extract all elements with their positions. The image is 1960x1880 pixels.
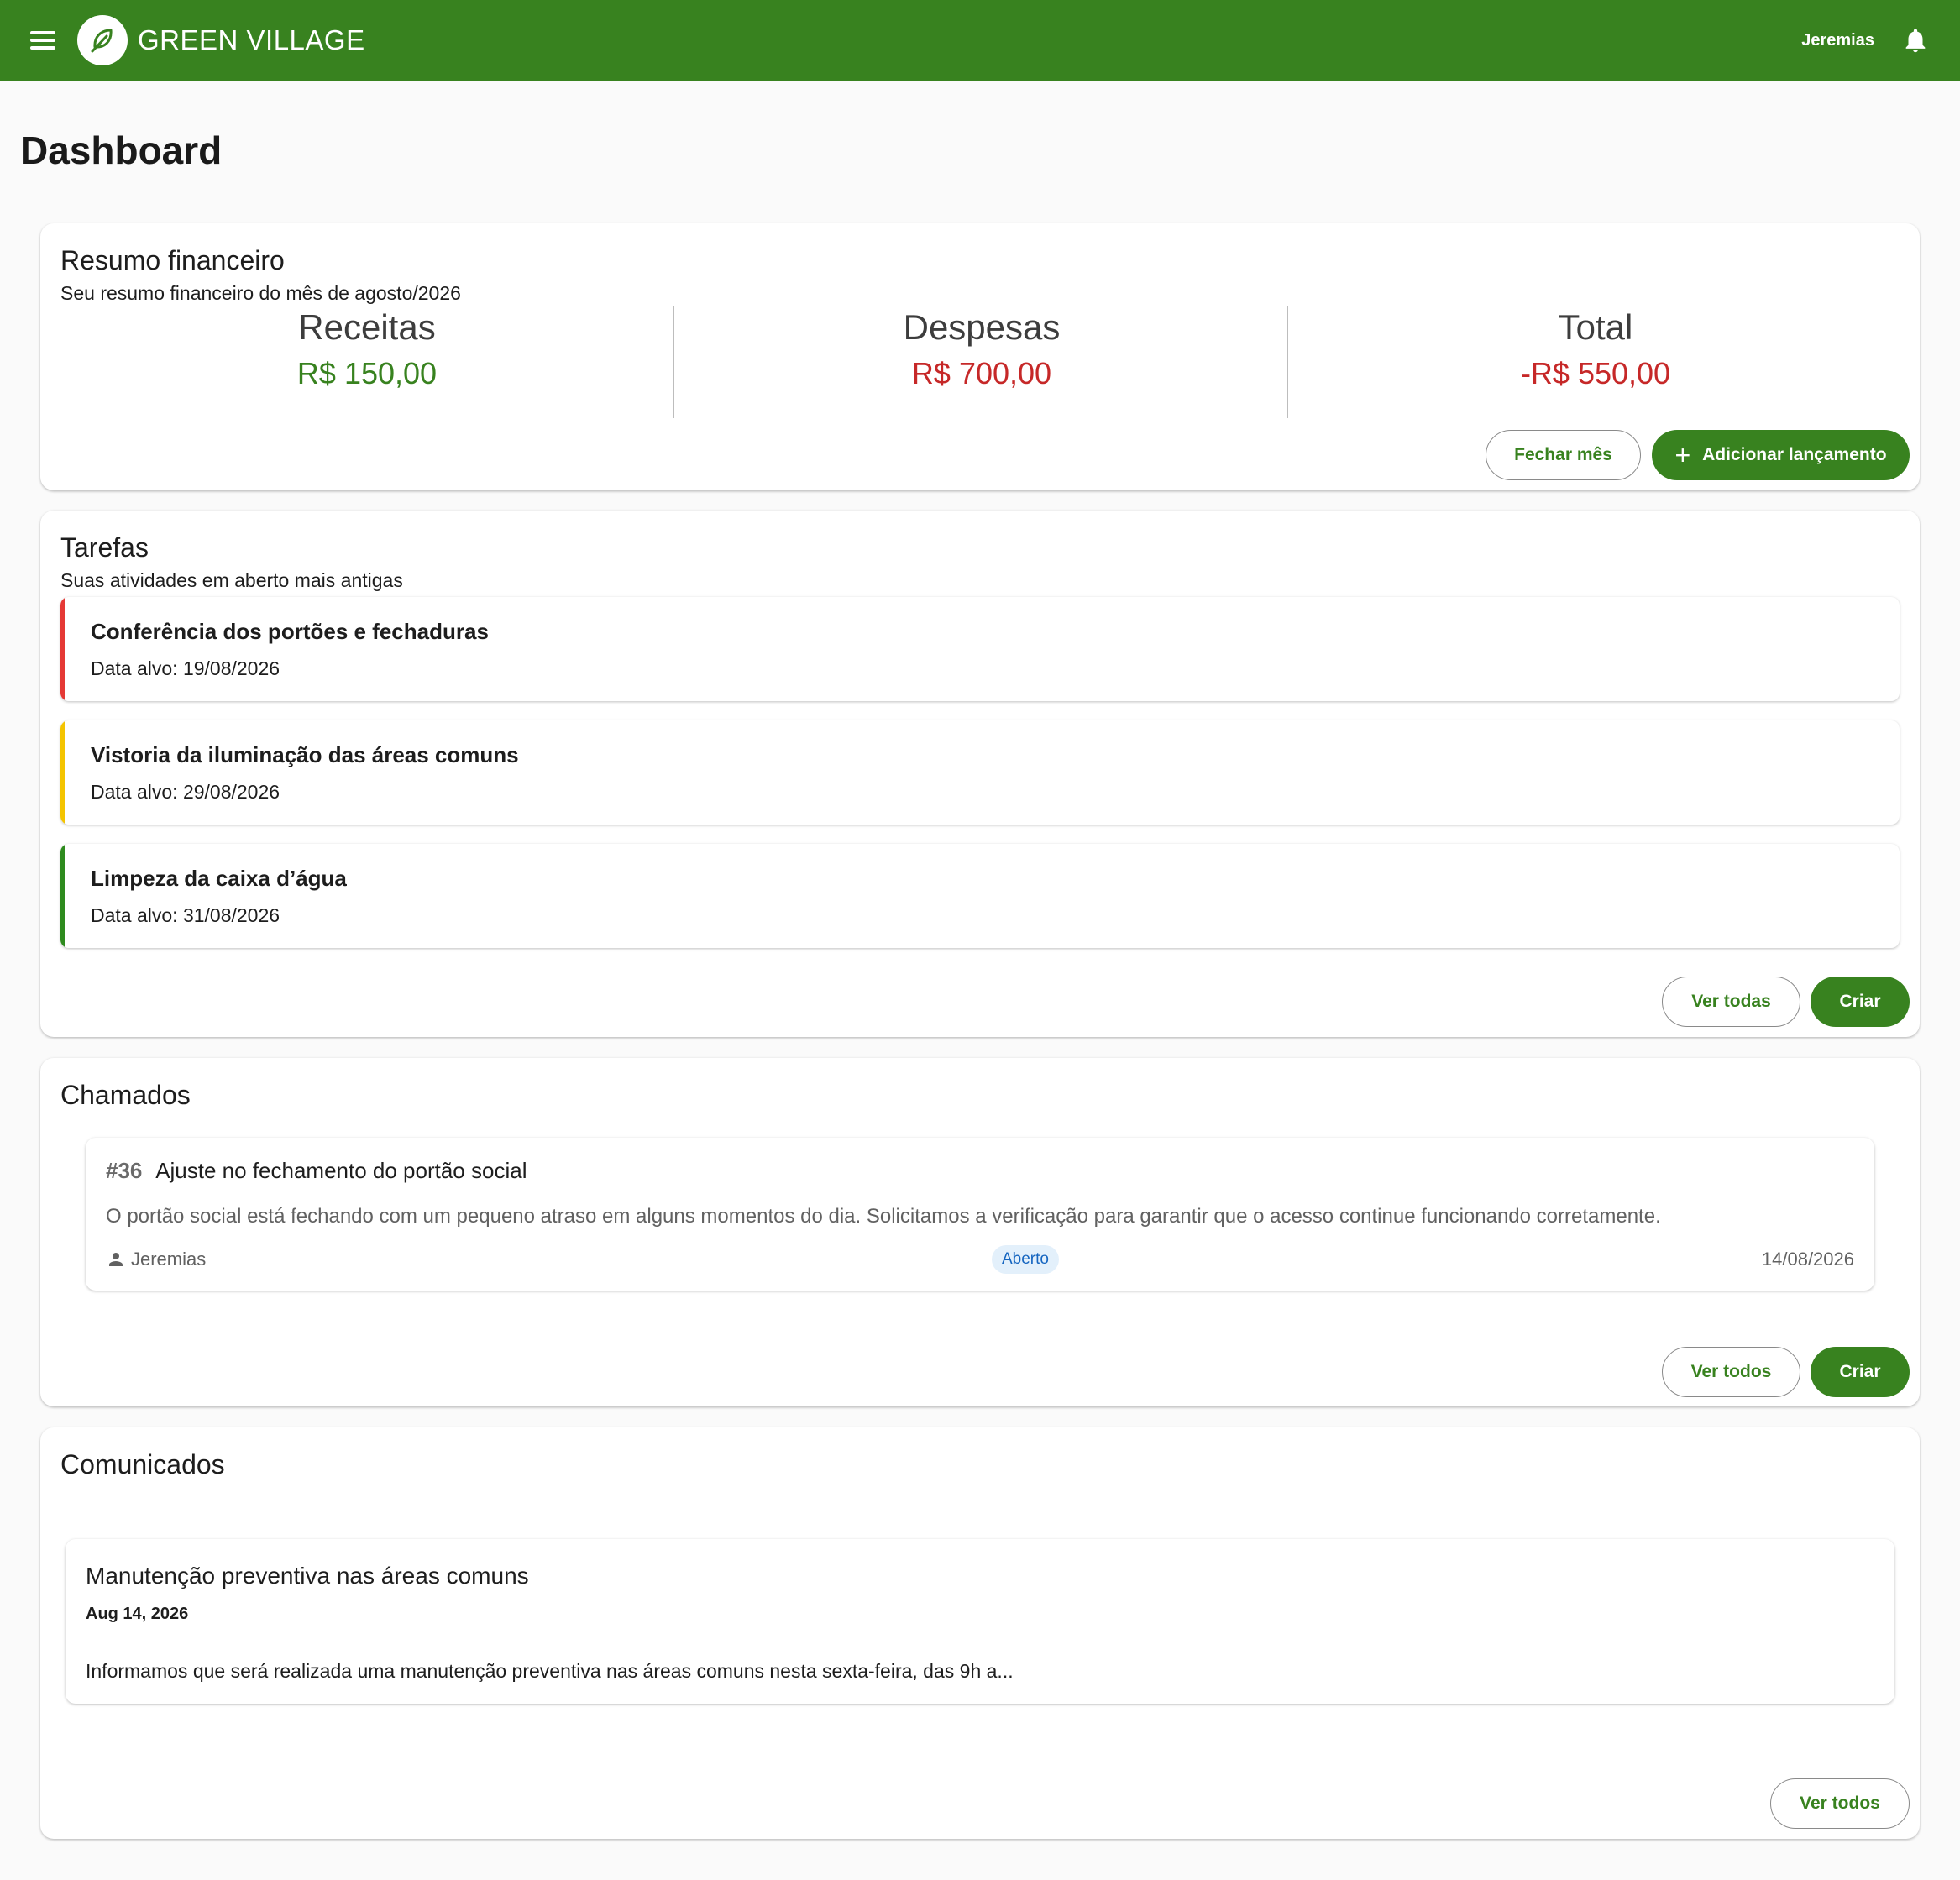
page-title: Dashboard bbox=[20, 128, 223, 172]
task-title: Vistoria da iluminação das áreas comuns bbox=[91, 742, 519, 767]
card-title: Chamados bbox=[60, 1080, 191, 1110]
income-value: R$ 150,00 bbox=[296, 356, 438, 390]
view-all-tickets-button[interactable]: Ver todos bbox=[1662, 1347, 1800, 1397]
announcement-body: Informamos que será realizada uma manute… bbox=[86, 1660, 1014, 1682]
announcement-item[interactable]: Manutenção preventiva nas áreas comuns A… bbox=[66, 1539, 1894, 1704]
menu-icon[interactable] bbox=[30, 31, 55, 50]
task-date: Data alvo: 31/08/2026 bbox=[91, 904, 280, 926]
view-all-tasks-button[interactable]: Ver todas bbox=[1662, 977, 1800, 1027]
announcement-date: Aug 14, 2026 bbox=[86, 1605, 189, 1623]
add-entry-button[interactable]: + Adicionar lançamento bbox=[1652, 430, 1910, 480]
expenses-value: R$ 700,00 bbox=[911, 356, 1052, 390]
task-title: Limpeza da caixa d’água bbox=[91, 866, 347, 891]
task-date: Data alvo: 29/08/2026 bbox=[91, 781, 280, 803]
create-task-button[interactable]: Criar bbox=[1811, 977, 1910, 1027]
card-subtitle: Seu resumo financeiro do mês de agosto/2… bbox=[60, 282, 461, 304]
divider bbox=[1287, 306, 1288, 418]
top-app-bar: GREEN VILLAGE Jeremias bbox=[0, 0, 1960, 81]
income-summary: Receitas R$ 150,00 bbox=[60, 307, 673, 391]
task-title: Conferência dos portões e fechaduras bbox=[91, 619, 489, 644]
total-label: Total bbox=[1558, 307, 1633, 347]
announcements-card: Comunicados Manutenção preventiva nas ár… bbox=[40, 1427, 1920, 1839]
ticket-description: O portão social está fechando com um peq… bbox=[106, 1205, 1661, 1228]
expenses-label: Despesas bbox=[903, 307, 1061, 347]
task-item[interactable]: Conferência dos portões e fechaduras Dat… bbox=[60, 597, 1900, 701]
leaf-logo-icon bbox=[77, 15, 128, 65]
create-ticket-button[interactable]: Criar bbox=[1811, 1347, 1910, 1397]
card-subtitle: Suas atividades em aberto mais antigas bbox=[60, 569, 403, 591]
task-item[interactable]: Limpeza da caixa d’água Data alvo: 31/08… bbox=[60, 844, 1900, 948]
tasks-card: Tarefas Suas atividades em aberto mais a… bbox=[40, 511, 1920, 1037]
view-all-announcements-button[interactable]: Ver todos bbox=[1770, 1778, 1910, 1829]
task-date: Data alvo: 19/08/2026 bbox=[91, 657, 280, 679]
ticket-item[interactable]: #36 Ajuste no fechamento do portão socia… bbox=[86, 1138, 1874, 1291]
divider bbox=[673, 306, 674, 418]
ticket-date: 14/08/2026 bbox=[1761, 1249, 1854, 1270]
person-icon bbox=[109, 1253, 123, 1266]
bell-icon[interactable] bbox=[1901, 26, 1930, 55]
ticket-title: Ajuste no fechamento do portão social bbox=[155, 1158, 527, 1183]
task-item[interactable]: Vistoria da iluminação das áreas comuns … bbox=[60, 720, 1900, 825]
status-badge: Aberto bbox=[992, 1245, 1059, 1274]
announcement-title: Manutenção preventiva nas áreas comuns bbox=[86, 1563, 529, 1589]
card-title: Tarefas bbox=[60, 532, 149, 563]
card-title: Comunicados bbox=[60, 1449, 225, 1479]
author-name: Jeremias bbox=[131, 1249, 207, 1270]
total-value: -R$ 550,00 bbox=[1520, 356, 1671, 390]
brand-name: GREEN VILLAGE bbox=[138, 24, 365, 55]
ticket-id: #36 bbox=[106, 1158, 143, 1183]
user-name[interactable]: Jeremias bbox=[1801, 31, 1874, 50]
add-entry-label: Adicionar lançamento bbox=[1702, 445, 1887, 464]
ticket-header: #36 Ajuste no fechamento do portão socia… bbox=[106, 1158, 527, 1184]
tickets-card: Chamados #36 Ajuste no fechamento do por… bbox=[40, 1058, 1920, 1406]
ticket-author: Jeremias bbox=[106, 1249, 206, 1270]
priority-indicator bbox=[60, 720, 65, 825]
plus-icon: + bbox=[1674, 440, 1691, 470]
total-summary: Total -R$ 550,00 bbox=[1289, 307, 1902, 391]
priority-indicator bbox=[60, 597, 65, 701]
close-month-button[interactable]: Fechar mês bbox=[1486, 430, 1641, 480]
income-label: Receitas bbox=[298, 307, 436, 347]
priority-indicator bbox=[60, 844, 65, 948]
financial-summary-card: Resumo financeiro Seu resumo financeiro … bbox=[40, 223, 1920, 490]
expenses-summary: Despesas R$ 700,00 bbox=[675, 307, 1288, 391]
card-title: Resumo financeiro bbox=[60, 245, 285, 275]
